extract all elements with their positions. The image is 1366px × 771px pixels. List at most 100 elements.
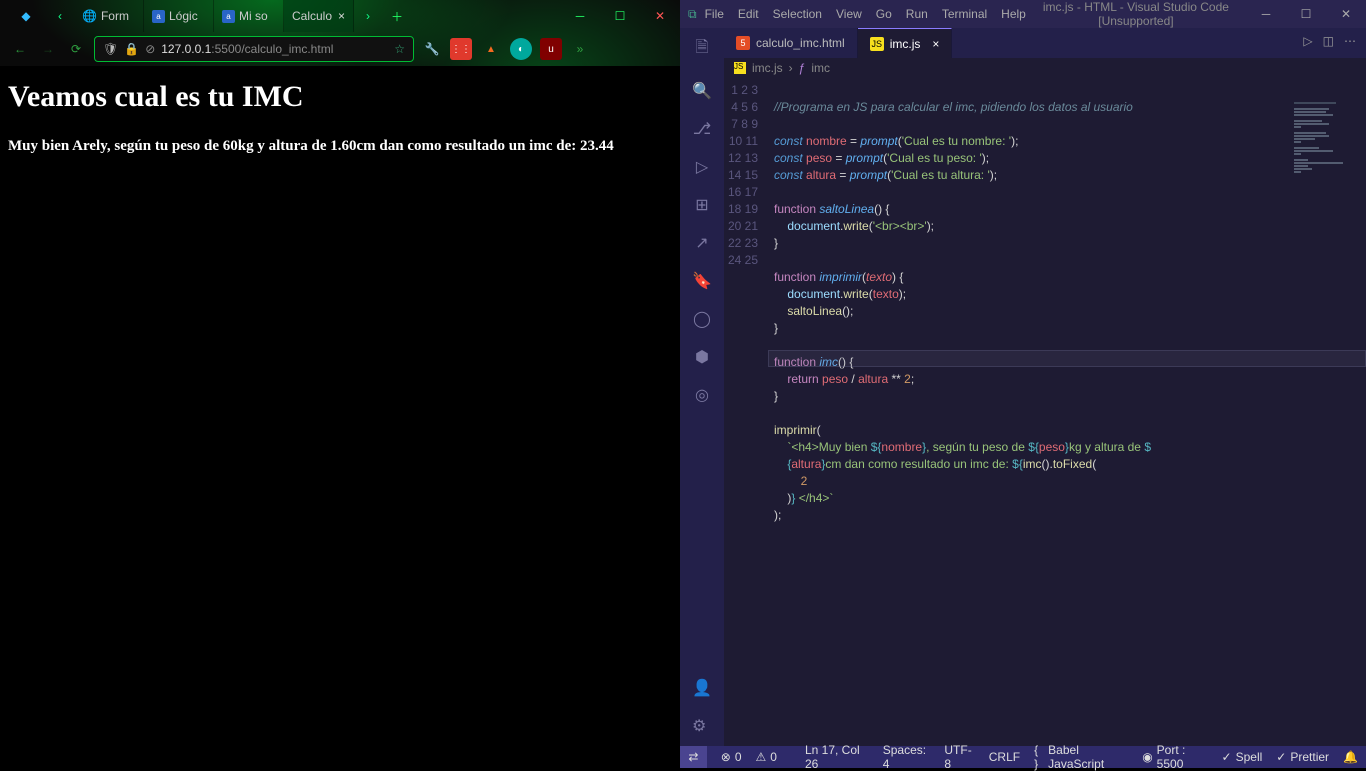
bookmark-icon[interactable]: ☆ [394,42,405,56]
browser-tab[interactable]: a Lógic [144,0,214,32]
connection-icon: ⊘ [145,42,155,56]
menu-file[interactable]: File [705,7,724,21]
notifications-icon[interactable]: 🔔 [1343,750,1358,764]
code-editor[interactable]: 1 2 3 4 5 6 7 8 9 10 11 12 13 14 15 16 1… [724,78,1366,746]
minimize-button[interactable]: ─ [1246,7,1286,21]
extension-icon[interactable]: ◐ [510,38,532,60]
tab-label: calculo_imc.html [756,36,845,50]
language-mode[interactable]: { }Babel JavaScript [1034,743,1128,771]
tab-label: Calculo [292,9,332,23]
maximize-button[interactable]: ☐ [1286,7,1326,21]
menu-terminal[interactable]: Terminal [942,7,987,21]
breadcrumb-item[interactable]: imc.js [752,61,783,75]
run-debug-icon[interactable]: ▷ [696,157,708,177]
target-icon[interactable]: ◎ [695,385,709,405]
menu-help[interactable]: Help [1001,7,1026,21]
function-icon: ƒ [799,61,806,75]
browser-tab-active[interactable]: Calculo × [284,0,354,32]
editor-tabs: 5 calculo_imc.html JS imc.js × ▷ ◫ ⋯ [724,28,1366,58]
js-file-icon: JS [734,62,746,74]
remote-indicator[interactable]: ⇄ [680,746,707,768]
live-server-port[interactable]: ◉Port : 5500 [1142,743,1207,771]
more-icon[interactable]: ⋯ [1344,34,1356,58]
vscode-logo-icon: ⧉ [688,7,697,22]
account-icon[interactable]: 👤 [692,678,712,698]
error-icon: ⊗ [721,750,731,764]
breadcrumb[interactable]: JS imc.js › ƒ imc [724,58,1366,78]
menu-view[interactable]: View [836,7,862,21]
tab-label: Lógic [169,9,198,23]
shield-icon: 🛡 [103,42,118,56]
editor-tab[interactable]: 5 calculo_imc.html [724,28,858,58]
menu-run[interactable]: Run [906,7,928,21]
close-icon[interactable]: × [338,9,345,23]
close-button[interactable]: ✕ [1326,7,1366,21]
check-icon: ✓ [1276,750,1286,764]
extensions-icon[interactable]: ⊞ [695,195,708,215]
extensions-overflow-icon[interactable]: » [570,42,590,56]
menu-go[interactable]: Go [876,7,892,21]
spell-check[interactable]: ✓Spell [1222,750,1263,764]
code-content[interactable]: //Programa en JS para calcular el imc, p… [768,78,1366,746]
tab-label: Mi so [239,9,268,23]
line-numbers: 1 2 3 4 5 6 7 8 9 10 11 12 13 14 15 16 1… [724,78,768,746]
lock-icon: 🔒 [124,42,139,56]
menu-selection[interactable]: Selection [773,7,822,21]
warning-icon: ⚠ [756,750,767,764]
minimap[interactable] [1294,102,1364,202]
favicon: a [222,10,235,23]
split-editor-icon[interactable]: ◫ [1323,34,1334,58]
explorer-icon[interactable]: 🗎 [696,36,709,63]
source-control-icon[interactable]: ⎇ [693,119,711,139]
live-share-icon[interactable]: ↗ [695,233,708,253]
cursor-position[interactable]: Ln 17, Col 26 [805,743,869,771]
status-bar: ⇄ ⊗0 ⚠0 Ln 17, Col 26 Spaces: 4 UTF-8 CR… [680,746,1366,768]
minimize-button[interactable]: ─ [560,0,600,32]
errors-indicator[interactable]: ⊗0 [721,750,742,764]
warnings-indicator[interactable]: ⚠0 [756,750,777,764]
browser-tabbar: ◆ ‹ 🌐Form a Lógic a Mi so Calculo × › ＋ ─ ☐… [0,0,680,32]
activity-bar: 🗎 🔍 ⎇ ▷ ⊞ ↗ 🔖 ◯ ⬢ ◎ 👤 ⚙ [680,28,724,746]
bookmark-icon[interactable]: 🔖 [692,271,712,291]
prettier[interactable]: ✓Prettier [1276,750,1329,764]
browser-tab[interactable]: 🌐Form [74,0,144,32]
reload-button[interactable]: ⟳ [66,42,86,56]
gem-icon[interactable]: ◆ [6,0,46,32]
python-icon[interactable]: ⬢ [695,347,709,367]
ublock-icon[interactable]: u [540,38,562,60]
check-icon: ✓ [1222,750,1232,764]
forward-button[interactable]: → [38,42,58,56]
new-tab-button[interactable]: ＋ [382,0,412,32]
page-heading: Veamos cual es tu IMC [8,80,672,114]
settings-gear-icon[interactable]: ⚙ [692,716,712,736]
menu-edit[interactable]: Edit [738,7,759,21]
browser-tab[interactable]: a Mi so [214,0,284,32]
breadcrumb-item[interactable]: imc [811,61,830,75]
run-icon[interactable]: ▷ [1303,34,1312,58]
html-file-icon: 5 [736,36,750,50]
browser-window: ◆ ‹ 🌐Form a Lógic a Mi so Calculo × › ＋ ─ ☐… [0,0,680,768]
url-text: 127.0.0.1:5500/calculo_imc.html [161,42,333,56]
github-icon[interactable]: ◯ [693,309,711,329]
extension-icon[interactable]: ▲ [480,38,502,60]
broadcast-icon: ◉ [1142,750,1152,764]
editor-tab-active[interactable]: JS imc.js × [858,28,953,58]
eol[interactable]: CRLF [989,750,1020,764]
encoding[interactable]: UTF-8 [944,743,974,771]
maximize-button[interactable]: ☐ [600,0,640,32]
favicon: a [152,10,165,23]
devtools-icon[interactable]: 🔧 [422,42,442,56]
address-bar[interactable]: 🛡 🔒 ⊘ 127.0.0.1:5500/calculo_imc.html ☆ [94,36,414,62]
close-window-button[interactable]: ✕ [640,0,680,32]
extension-icon[interactable]: ⋮⋮ [450,38,472,60]
back-button[interactable]: ← [10,42,30,56]
editor-area: 5 calculo_imc.html JS imc.js × ▷ ◫ ⋯ JS … [724,28,1366,746]
tab-next-icon[interactable]: › [354,0,382,32]
tab-label: imc.js [890,37,921,51]
close-icon[interactable]: × [932,37,939,51]
page-content: Veamos cual es tu IMC Muy bien Arely, se… [0,66,680,768]
window-title: imc.js - HTML - Visual Studio Code [Unsu… [1026,0,1246,28]
tab-prev-icon[interactable]: ‹ [46,0,74,32]
indentation[interactable]: Spaces: 4 [883,743,931,771]
search-icon[interactable]: 🔍 [692,81,712,101]
